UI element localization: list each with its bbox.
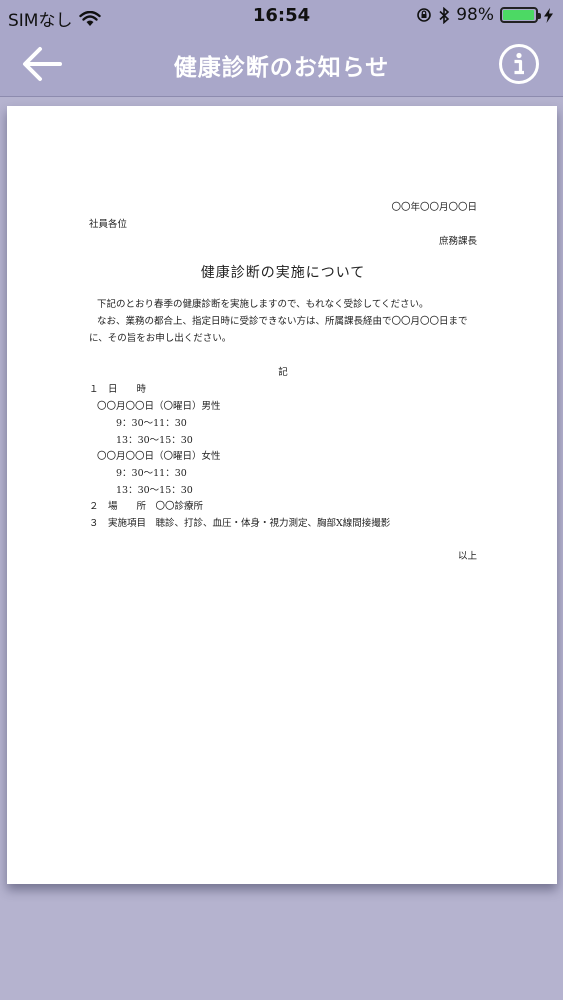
item2-place: ２ 場 所 〇〇診療所 <box>89 501 204 512</box>
status-bar: SIMなし 16:54 98% <box>0 0 563 32</box>
item1-female-date: 〇〇月〇〇日（〇曜日）女性 <box>97 451 221 462</box>
info-icon[interactable] <box>497 42 541 86</box>
rotation-lock-icon <box>417 8 432 22</box>
doc-title: 健康診断の実施について <box>200 265 366 281</box>
status-right: 98% <box>416 5 553 25</box>
document-page[interactable]: 〇〇年〇〇月〇〇日 社員各位 庶務課長 健康診断の実施について 下記のとおり春季… <box>7 106 557 884</box>
doc-body-line-2: なお、業務の都合上、指定日時に受診できない方は、所属課長経由で〇〇月〇〇日まで <box>97 316 468 327</box>
item1-male-time1: 9：30〜11：30 <box>116 418 187 429</box>
battery-icon <box>500 7 541 23</box>
item1-male-time2: 13：30〜15：30 <box>116 435 193 446</box>
battery-percent: 98% <box>456 5 494 25</box>
page-title: 健康診断のお知らせ <box>173 55 390 81</box>
item3-items: ３ 実施項目 聴診、打診、血圧・体身・視力測定、胸部X線間接撮影 <box>89 518 391 529</box>
charging-bolt-icon <box>544 7 553 23</box>
doc-recipient: 社員各位 <box>89 219 128 230</box>
item1-female-time2: 13：30〜15：30 <box>116 485 193 496</box>
item1-label: １ 日 時 <box>89 384 147 395</box>
nav-bar: 健康診断のお知らせ <box>0 32 563 97</box>
doc-date: 〇〇年〇〇月〇〇日 <box>391 202 477 213</box>
doc-body-line-1: 下記のとおり春季の健康診断を実施しますので、もれなく受診してください。 <box>97 299 429 310</box>
doc-ki: 記 <box>278 367 288 378</box>
bluetooth-icon <box>439 6 450 24</box>
doc-body-line-3: に、その旨をお申し出ください。 <box>89 333 232 344</box>
item1-male-date: 〇〇月〇〇日（〇曜日）男性 <box>97 401 221 412</box>
item1-female-time1: 9：30〜11：30 <box>116 468 187 479</box>
doc-closing: 以上 <box>457 551 477 562</box>
doc-sender: 庶務課長 <box>438 236 477 247</box>
